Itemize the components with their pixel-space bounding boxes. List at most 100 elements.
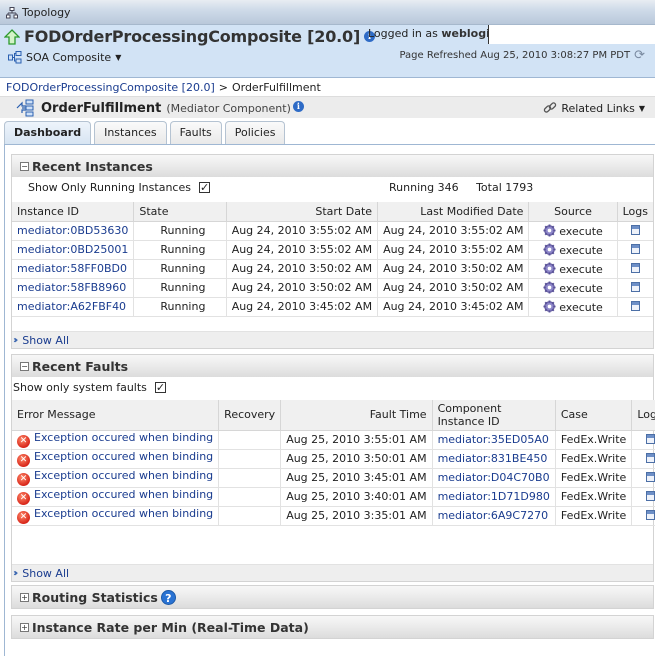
log-icon[interactable]: [630, 301, 640, 311]
tab-policies[interactable]: Policies: [224, 121, 286, 145]
instance-id-link[interactable]: mediator:0BD53630: [12, 221, 135, 241]
log-icon[interactable]: [630, 225, 640, 235]
instance-state: Running: [133, 240, 227, 260]
source-label: execute: [559, 243, 603, 257]
recent-faults-header[interactable]: − Recent Faults: [12, 355, 653, 377]
info-icon[interactable]: i: [292, 100, 304, 112]
col-logs[interactable]: Logs: [617, 202, 653, 222]
instance-start-date: Aug 24, 2010 3:45:02 AM: [226, 297, 379, 317]
fault-message-link[interactable]: Exception occured when binding: [34, 488, 213, 501]
show-all-link[interactable]: Show All: [22, 334, 69, 347]
table-row[interactable]: mediator:A62FBF40 Running Aug 24, 2010 3:4…: [12, 297, 653, 317]
breadcrumb-composite[interactable]: FODOrderProcessingComposite [20.0]: [6, 81, 215, 94]
instance-logs: [617, 278, 653, 298]
fault-instance-id[interactable]: mediator:6A9C7270: [432, 506, 556, 526]
table-row[interactable]: mediator:58FB8960 Running Aug 24, 2010 3:5…: [12, 278, 653, 298]
col-recovery[interactable]: Recovery: [218, 400, 282, 431]
system-faults-checkbox[interactable]: ✓: [154, 381, 166, 393]
col-source[interactable]: Source: [528, 202, 618, 222]
log-icon[interactable]: [645, 491, 655, 501]
tab-faults[interactable]: Faults: [169, 121, 222, 145]
col-fault-time[interactable]: Fault Time: [280, 400, 433, 431]
fault-message-link[interactable]: Exception occured when binding: [34, 507, 213, 520]
help-icon[interactable]: ?: [160, 589, 176, 605]
col-logs[interactable]: Logs: [631, 400, 655, 431]
tab-dashboard[interactable]: Dashboard: [4, 121, 92, 145]
table-row[interactable]: ✕ Exception occured when binding Aug 25, 2…: [12, 506, 655, 526]
recent-instances-header[interactable]: − Recent Instances: [12, 155, 653, 177]
fault-instance-id[interactable]: mediator:35ED05A0: [432, 430, 556, 450]
instances-show-all[interactable]: ›› Show All: [12, 331, 653, 348]
instance-id-link[interactable]: mediator:58FB8960: [12, 278, 135, 298]
soa-composite-menu[interactable]: SOA Composite ▼: [8, 51, 121, 64]
fault-message-link[interactable]: Exception occured when binding: [34, 469, 213, 482]
log-icon[interactable]: [645, 472, 655, 482]
collapse-icon[interactable]: −: [20, 161, 29, 171]
collapse-icon[interactable]: −: [20, 361, 29, 371]
table-row[interactable]: ✕ Exception occured when binding Aug 25, 2…: [12, 468, 655, 488]
table-header-row: Error Message Recovery Fault Time Compon…: [12, 400, 655, 431]
source-label: execute: [559, 281, 603, 295]
faults-show-all[interactable]: ›› Show All: [12, 564, 653, 581]
fault-message[interactable]: ✕ Exception occured when binding: [12, 506, 220, 526]
log-icon[interactable]: [630, 263, 640, 273]
routing-statistics-header[interactable]: + Routing Statistics ?: [12, 586, 653, 608]
log-icon[interactable]: [630, 282, 640, 292]
fault-message-link[interactable]: Exception occured when binding: [34, 450, 213, 463]
log-icon[interactable]: [645, 510, 655, 520]
col-component-instance-id[interactable]: Component Instance ID: [432, 400, 556, 431]
fault-message[interactable]: ✕ Exception occured when binding: [12, 449, 220, 469]
error-icon: ✕: [17, 454, 30, 467]
recent-instances-table: Instance ID State Start Date Last Modifi…: [12, 202, 653, 317]
total-label: Total: [476, 180, 502, 194]
source-label: execute: [559, 224, 603, 238]
col-error-message[interactable]: Error Message: [12, 400, 220, 431]
table-row[interactable]: ✕ Exception occured when binding Aug 25, 2…: [12, 487, 655, 507]
fault-message[interactable]: ✕ Exception occured when binding: [12, 468, 220, 488]
expand-icon[interactable]: +: [20, 622, 29, 632]
table-row[interactable]: mediator:58FF0BD0 Running Aug 24, 2010 3:5…: [12, 259, 653, 279]
top-strip: Topology: [0, 0, 655, 25]
fault-instance-id[interactable]: mediator:831BE450: [432, 449, 556, 469]
total-count: 1793: [505, 180, 534, 194]
tab-instances[interactable]: Instances: [94, 121, 167, 145]
log-icon[interactable]: [645, 453, 655, 463]
table-row[interactable]: mediator:0BD25001 Running Aug 24, 2010 3:5…: [12, 240, 653, 260]
fault-instance-id[interactable]: mediator:1D71D980: [432, 487, 556, 507]
expand-icon[interactable]: +: [20, 592, 29, 602]
table-row[interactable]: mediator:0BD53630 Running Aug 24, 2010 3:5…: [12, 221, 653, 241]
instance-rate-header[interactable]: + Instance Rate per Min (Real-Time Data): [12, 616, 653, 638]
instance-last-modified: Aug 24, 2010 3:50:02 AM: [377, 278, 530, 298]
fault-message-link[interactable]: Exception occured when binding: [34, 431, 213, 444]
instance-id-link[interactable]: mediator:58FF0BD0: [12, 259, 135, 279]
instance-start-date: Aug 24, 2010 3:55:02 AM: [226, 221, 379, 241]
instance-state: Running: [133, 278, 227, 298]
col-last-modified[interactable]: Last Modified Date: [377, 202, 530, 222]
fault-case: FedEx.Write: [555, 449, 633, 469]
instance-rate-panel: + Instance Rate per Min (Real-Time Data): [11, 615, 654, 639]
instance-id-link[interactable]: mediator:A62FBF40: [12, 297, 135, 317]
fault-recovery: [218, 487, 282, 507]
col-state[interactable]: State: [133, 202, 227, 222]
refresh-icon[interactable]: ⟳: [634, 48, 645, 63]
instance-id-link[interactable]: mediator:0BD25001: [12, 240, 135, 260]
topology-link[interactable]: Topology: [6, 6, 71, 19]
col-start-date[interactable]: Start Date: [226, 202, 379, 222]
logged-in-label: Logged in as: [368, 27, 438, 40]
show-all-link[interactable]: Show All: [22, 567, 69, 580]
fault-message[interactable]: ✕ Exception occured when binding: [12, 487, 220, 507]
col-case[interactable]: Case: [555, 400, 633, 431]
related-links-menu[interactable]: Related Links ▼: [543, 101, 645, 115]
fault-message[interactable]: ✕ Exception occured when binding: [12, 430, 220, 450]
table-row[interactable]: ✕ Exception occured when binding Aug 25, 2…: [12, 430, 655, 450]
log-icon[interactable]: [645, 434, 655, 444]
instance-state: Running: [133, 297, 227, 317]
fault-recovery: [218, 506, 282, 526]
error-icon: ✕: [17, 435, 30, 448]
table-row[interactable]: ✕ Exception occured when binding Aug 25, 2…: [12, 449, 655, 469]
chevron-down-icon: ▼: [115, 53, 122, 62]
fault-instance-id[interactable]: mediator:D04C70B0: [432, 468, 556, 488]
running-only-checkbox[interactable]: ✓: [198, 181, 210, 193]
col-instance-id[interactable]: Instance ID: [12, 202, 135, 222]
log-icon[interactable]: [630, 244, 640, 254]
